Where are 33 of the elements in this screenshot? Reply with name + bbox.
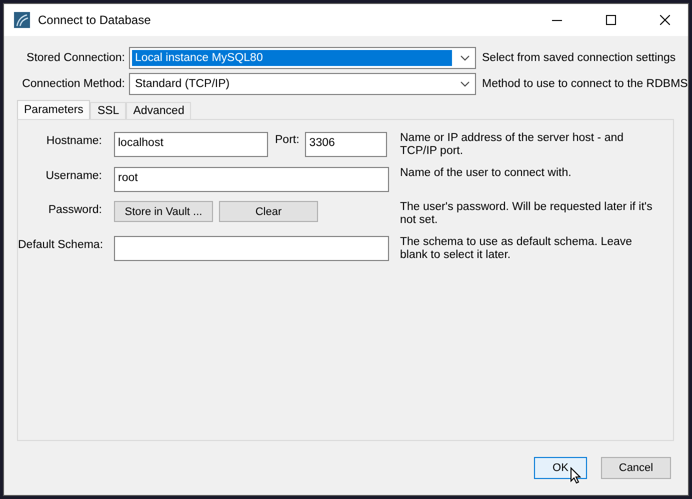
dropdown-value: Local instance MySQL80	[132, 50, 452, 66]
maximize-icon[interactable]	[606, 15, 616, 25]
password-button[interactable]: Clear	[219, 201, 318, 222]
close-icon[interactable]	[660, 15, 670, 25]
password-button[interactable]: Store in Vault ...	[114, 201, 213, 222]
tab[interactable]: Parameters	[17, 100, 90, 119]
port-field[interactable]: 3306	[305, 132, 388, 157]
hostname-field[interactable]: localhost	[114, 132, 268, 157]
text-field[interactable]: root	[114, 167, 389, 192]
cursor-icon	[570, 467, 581, 484]
dialog-button[interactable]: Cancel	[601, 457, 671, 479]
hint-text: The user's password. Will be requested later if it's not set.	[400, 201, 654, 227]
field-label: Password:	[47, 203, 103, 216]
hint-text: Name of the user to connect with.	[400, 167, 572, 180]
field-label: Default Schema:	[18, 238, 104, 251]
port-label: Port:	[275, 133, 300, 146]
field-label: Connection Method:	[21, 78, 125, 90]
field-label: Username:	[44, 169, 103, 182]
hint-text: Select from saved connection settings	[481, 52, 676, 64]
dropdown-value: Standard (TCP/IP)	[134, 77, 231, 92]
dropdown[interactable]: Standard (TCP/IP)	[129, 73, 476, 95]
text-field[interactable]	[114, 236, 389, 261]
field-label: Hostname:	[45, 134, 103, 147]
tab[interactable]: Advanced	[126, 102, 192, 119]
chevron-icon	[460, 55, 470, 61]
dropdown[interactable]: Local instance MySQL80	[129, 47, 476, 69]
window-title: Connect to Database	[38, 13, 152, 27]
tab[interactable]: SSL	[90, 102, 126, 119]
hint-text: The schema to use as default schema. Leave blank to select it later.	[400, 236, 634, 262]
hint-text: Name or IP address of the server host - and TCP/IP port.	[400, 132, 625, 158]
field-label: Stored Connection:	[26, 52, 125, 64]
hint-text: Method to use to connect to the RDBMS	[481, 78, 688, 90]
chevron-icon	[460, 81, 470, 87]
